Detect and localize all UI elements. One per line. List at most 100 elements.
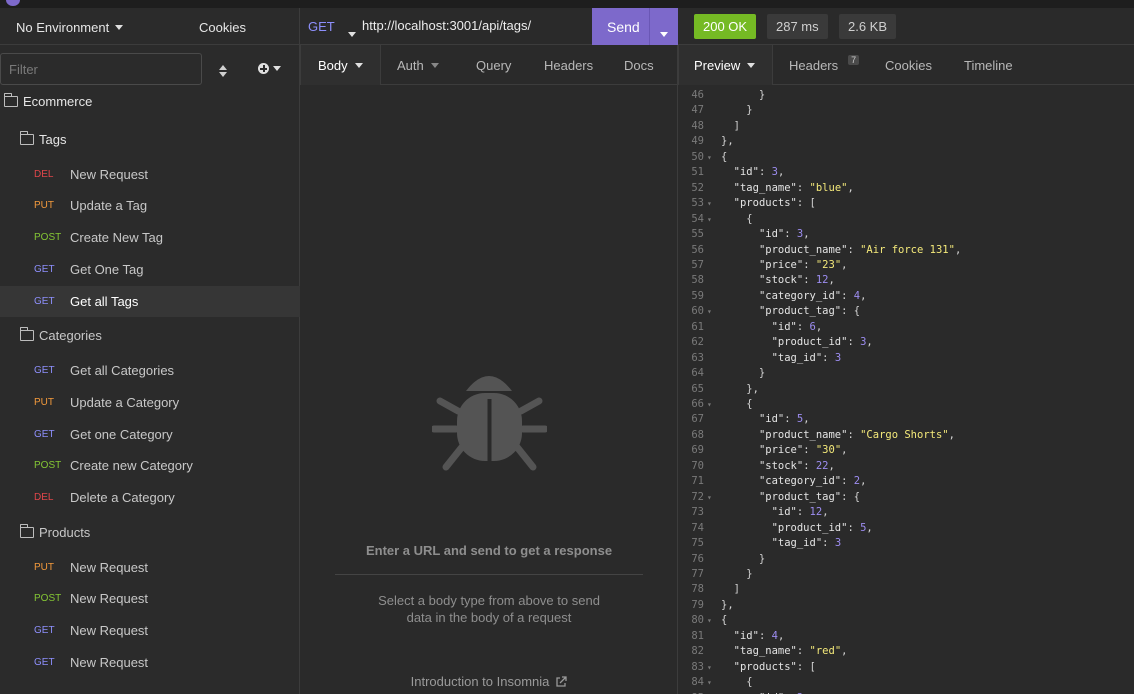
tab-response-headers-label: Headers (789, 57, 839, 73)
chevron-down-icon (747, 62, 756, 68)
empty-state-divider (335, 574, 643, 575)
code-text: "id": 12, (771, 506, 829, 519)
fold-toggle-icon[interactable]: ▾ (707, 678, 712, 687)
fold-toggle-icon[interactable]: ▾ (707, 153, 712, 162)
request-label: Delete a Category (70, 490, 175, 505)
code-line: 84 ▾ { (678, 676, 1134, 692)
url-input[interactable]: http://localhost:3001/api/tags/ (362, 18, 531, 33)
code-line: 55 "id": 3, (678, 228, 1134, 244)
sort-icon[interactable] (216, 64, 230, 78)
url-bar: GET http://localhost:3001/api/tags/ Send (300, 8, 678, 45)
code-line: 71 "category_id": 2, (678, 475, 1134, 491)
empty-state-hint-line-2: data in the body of a request (406, 610, 572, 625)
code-text: { (721, 676, 753, 689)
line-number: 48 (691, 119, 704, 132)
folder-products[interactable]: Products (0, 517, 300, 548)
folder-tags[interactable]: Tags (0, 124, 300, 155)
intro-link[interactable]: Introduction to Insomnia (300, 674, 678, 689)
fold-toggle-icon[interactable]: ▾ (707, 616, 712, 625)
response-pane: 200 OK 287 ms 2.6 KB Preview Headers 7 Co… (678, 8, 1134, 694)
tab-query[interactable]: Query (476, 45, 511, 85)
code-line: 53 ▾ "products": [ (678, 197, 1134, 213)
method-badge: GET (34, 657, 55, 668)
response-body-viewer[interactable]: 46 } 47 } 48 ] 49}, 50 ▾{51 "id": 3, 52 "tag_n… (678, 85, 1134, 694)
method-badge: POST (34, 460, 62, 471)
fold-toggle-icon[interactable]: ▾ (707, 493, 712, 502)
code-text: "product_name": "Air force 131", (758, 243, 962, 256)
sidebar-request-item[interactable]: GET Get all Tags (0, 286, 300, 317)
code-text: "id": 4, (733, 629, 785, 642)
tab-body[interactable]: Body (300, 45, 381, 85)
sidebar-request-item[interactable]: PUT New Request (0, 552, 300, 583)
line-number: 62 (691, 336, 704, 349)
send-label: Send (607, 18, 640, 35)
tab-headers[interactable]: Headers (544, 45, 593, 85)
fold-toggle-icon[interactable]: ▾ (707, 199, 712, 208)
headers-count-badge: 7 (848, 55, 860, 65)
sidebar-request-item[interactable]: POST Create new Category (0, 450, 300, 481)
sidebar-request-item[interactable]: PUT Update a Tag (0, 190, 300, 221)
request-label: Get one Category (70, 427, 173, 442)
sidebar-request-item[interactable]: GET Get one Category (0, 419, 300, 450)
code-line: 77 } (678, 568, 1134, 584)
folder-open-icon (4, 93, 18, 107)
code-text: "tag_name": "red", (733, 645, 848, 658)
method-badge: GET (34, 264, 55, 275)
code-text: "product_id": 3, (771, 336, 873, 349)
line-number: 47 (691, 104, 704, 117)
fold-toggle-icon[interactable]: ▾ (707, 307, 712, 316)
line-number: 61 (691, 320, 704, 333)
line-number: 67 (691, 413, 704, 426)
code-line: 83 ▾ "products": [ (678, 661, 1134, 677)
line-number: 46 (691, 89, 704, 101)
line-number: 66 (691, 398, 704, 410)
code-line: 59 "category_id": 4, (678, 290, 1134, 306)
code-text: "price": "30", (758, 444, 848, 457)
empty-state-title: Enter a URL and send to get a response (365, 543, 613, 558)
sidebar-request-item[interactable]: GET New Request (0, 615, 300, 646)
code-line: 56 "product_name": "Air force 131", (678, 244, 1134, 260)
tab-preview[interactable]: Preview (678, 45, 773, 85)
method-badge: DEL (34, 492, 54, 503)
code-text: "id": 3, (733, 166, 785, 179)
sidebar-request-item[interactable]: DEL Delete a Category (0, 482, 300, 513)
add-menu-button[interactable] (258, 63, 281, 74)
fold-toggle-icon[interactable]: ▾ (707, 215, 712, 224)
tab-response-headers[interactable]: Headers 7 (789, 45, 860, 85)
line-number: 71 (691, 475, 704, 488)
code-line: 67 "id": 5, (678, 413, 1134, 429)
sidebar-request-item[interactable]: POST Create New Tag (0, 222, 300, 253)
code-text: ] (721, 583, 740, 596)
request-label: Create New Tag (70, 230, 163, 245)
sidebar-request-item[interactable]: PUT Update a Category (0, 387, 300, 418)
tab-auth[interactable]: Auth (397, 45, 439, 85)
fold-toggle-icon[interactable]: ▾ (707, 400, 712, 409)
fold-toggle-icon[interactable]: ▾ (707, 663, 712, 672)
sidebar-request-item[interactable]: DEL New Request (0, 159, 300, 190)
line-number: 70 (691, 459, 704, 472)
send-button[interactable]: Send (592, 8, 678, 45)
workspace-folder[interactable]: Ecommerce (0, 86, 300, 117)
folder-categories[interactable]: Categories (0, 320, 300, 351)
tab-timeline[interactable]: Timeline (964, 45, 1013, 85)
filter-input[interactable] (0, 53, 202, 85)
sidebar-request-item[interactable]: GET Get all Categories (0, 355, 300, 386)
sidebar-request-item[interactable]: POST New Request (0, 583, 300, 614)
sidebar-request-item[interactable]: GET Get One Tag (0, 254, 300, 285)
environment-selector[interactable]: No Environment (16, 20, 124, 35)
code-text: } (721, 367, 766, 380)
request-label: Update a Category (70, 395, 180, 410)
line-number: 79 (691, 598, 704, 611)
line-number: 68 (691, 428, 704, 441)
code-text: "id": 5, (758, 413, 810, 426)
chevron-down-icon[interactable] (348, 24, 356, 42)
method-selector[interactable]: GET (308, 19, 335, 34)
sidebar-request-item[interactable]: GET New Request (0, 647, 300, 678)
tab-response-cookies[interactable]: Cookies (885, 45, 932, 85)
code-line: 50 ▾ { (678, 151, 1134, 167)
code-text: "tag_id": 3 (771, 537, 842, 550)
send-options-chevron-icon[interactable] (660, 24, 668, 40)
tab-docs[interactable]: Docs (624, 45, 654, 85)
cookies-button[interactable]: Cookies (199, 20, 246, 35)
code-line: 60 ▾ "product_tag": { (678, 305, 1134, 321)
